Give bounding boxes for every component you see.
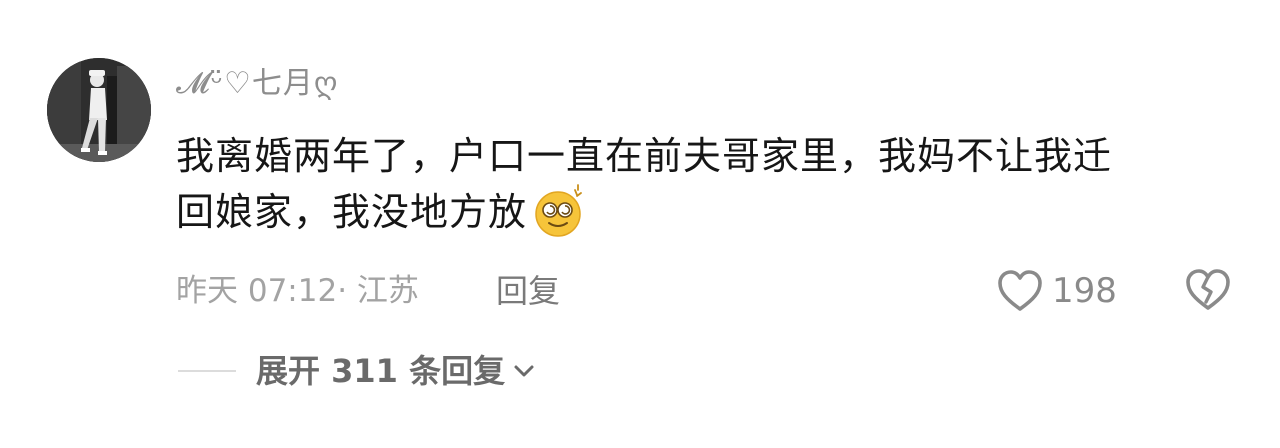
divider-line	[178, 370, 236, 372]
expand-replies-button[interactable]: 展开 311 条回复	[178, 346, 535, 396]
avatar[interactable]	[47, 58, 151, 162]
like-count: 198	[1052, 271, 1117, 311]
comment-text: 我离婚两年了，户口一直在前夫哥家里，我妈不让我迁 回娘家，我没地方放	[176, 128, 1246, 240]
reply-button[interactable]: 回复	[496, 268, 560, 314]
dizzy-face-emoji-icon	[535, 184, 582, 237]
comment-text-line-1: 我离婚两年了，户口一直在前夫哥家里，我妈不让我迁	[176, 134, 1113, 178]
expand-replies-label: 展开 311 条回复	[256, 352, 506, 390]
avatar-image	[47, 58, 151, 162]
like-button[interactable]: 198	[996, 266, 1117, 316]
broken-heart-icon[interactable]	[1184, 266, 1232, 314]
comment-meta: 昨天 07:12· 江苏	[176, 273, 419, 309]
comment-text-line-2: 回娘家，我没地方放	[176, 184, 1246, 240]
chevron-down-icon	[514, 365, 534, 377]
heart-outline-icon	[998, 270, 1042, 311]
comment-text-line-2-text: 回娘家，我没地方放	[176, 190, 528, 234]
comment-item: 𝓜ᵕ̈♡七月ღ 我离婚两年了，户口一直在前夫哥家里，我妈不让我迁 回娘家，我没地…	[0, 0, 1280, 448]
username[interactable]: 𝓜ᵕ̈♡七月ღ	[176, 64, 339, 104]
